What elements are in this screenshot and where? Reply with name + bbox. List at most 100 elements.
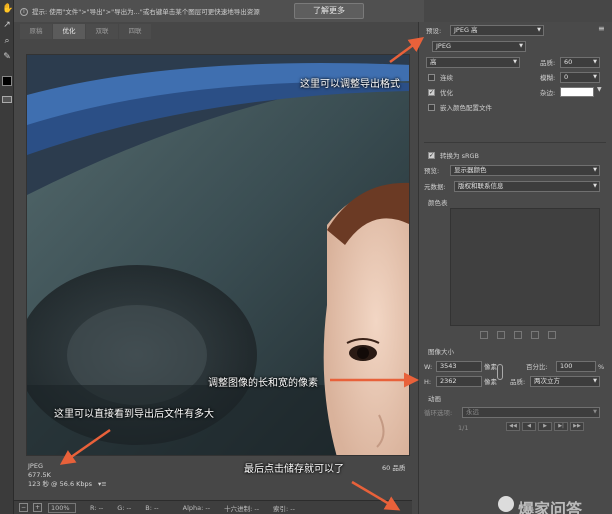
frame-counter: 1/1	[458, 424, 469, 432]
quality-label: 品质:	[540, 59, 556, 67]
height-input[interactable]: 2362	[436, 376, 482, 387]
web-shift-icon[interactable]	[497, 331, 505, 339]
chevron-down-icon: ▼	[593, 409, 597, 415]
lock-color-icon[interactable]	[514, 331, 522, 339]
width-input[interactable]: 3543	[436, 361, 482, 372]
status-b: B: --	[145, 503, 159, 512]
first-frame-icon[interactable]: ◀◀	[506, 422, 520, 431]
panel-divider	[424, 142, 606, 143]
tab-original[interactable]: 原稿	[20, 24, 52, 39]
tool-strip: ✋ ↗ ⌕ ✎	[0, 0, 14, 514]
annotation-save: 最后点击储存就可以了	[244, 464, 344, 475]
panel-menu-icon[interactable]: ≡	[598, 24, 605, 33]
tab-optimized[interactable]: 优化	[53, 24, 85, 39]
next-frame-icon[interactable]: ▶|	[554, 422, 568, 431]
slice-visibility-icon[interactable]	[2, 96, 12, 103]
rate-menu-icon[interactable]: ▾≡	[98, 480, 107, 488]
chevron-down-icon: ▼	[593, 167, 597, 173]
blur-value: 0	[564, 73, 569, 81]
resample-select[interactable]: 两次立方 ▼	[530, 376, 600, 387]
loop-value: 永远	[466, 408, 479, 416]
hint-bar: i 提示: 使用"文件">"导出">"导出为..."或右键单击某个图层可更快速地导…	[14, 0, 424, 22]
preview-select[interactable]: 显示器颜色 ▼	[450, 165, 600, 176]
convert-srgb-label: 转换为 sRGB	[440, 152, 479, 160]
tab-2-up[interactable]: 双联	[86, 24, 118, 39]
chevron-down-icon: ▼	[593, 378, 597, 384]
chevron-down-icon: ▼	[537, 27, 541, 33]
color-table-label: 颜色表	[428, 199, 448, 207]
percent-input[interactable]: 100	[556, 361, 596, 372]
quality-value: 60	[564, 58, 573, 66]
preset-select[interactable]: JPEG 高 ▼	[450, 25, 544, 36]
quality-level-select[interactable]: 高 ▼	[426, 57, 520, 68]
status-alpha: Alpha: --	[182, 503, 211, 512]
width-unit: 像素	[484, 363, 497, 371]
chevron-down-icon: ▼	[593, 59, 597, 65]
loop-select[interactable]: 永远 ▼	[462, 407, 600, 418]
tab-4-up[interactable]: 四联	[119, 24, 151, 39]
metadata-value: 版权和联系信息	[458, 182, 504, 190]
file-size: 677.5K	[28, 471, 51, 479]
preset-value: JPEG 高	[454, 26, 478, 34]
loop-label: 循环选项:	[424, 409, 453, 417]
file-info: JPEG 677.5K 123 秒 @ 56.6 Kbps ▾≡	[28, 462, 107, 489]
preview-quality: 60 品质	[382, 464, 406, 472]
chevron-down-icon: ▼	[519, 43, 523, 49]
percent-label: 百分比:	[526, 363, 548, 371]
matte-color-swatch[interactable]	[560, 87, 594, 97]
download-time-wrap: 123 秒 @ 56.6 Kbps ▾≡	[28, 480, 107, 489]
blur-label: 模糊:	[540, 74, 556, 82]
resample-value: 两次立方	[534, 377, 560, 385]
learn-more-button[interactable]: 了解更多	[294, 3, 364, 19]
convert-srgb-checkbox[interactable]: ✓	[428, 152, 435, 159]
watermark-logo-icon	[498, 496, 514, 512]
new-color-icon[interactable]	[531, 331, 539, 339]
embed-profile-checkbox[interactable]	[428, 104, 435, 111]
animation-controls: ◀◀ ◀ ▶ ▶| ▶▶	[506, 422, 586, 431]
trash-icon[interactable]	[548, 331, 556, 339]
annotation-image-size: 调整图像的长和宽的像素	[208, 378, 318, 389]
preview-label: 预览:	[424, 167, 440, 175]
zoom-out-icon[interactable]: −	[19, 503, 28, 512]
embed-profile-label: 嵌入颜色配置文件	[440, 104, 492, 112]
chevron-down-icon: ▼	[593, 183, 597, 189]
eyedropper-color-swatch[interactable]	[2, 76, 12, 86]
animation-title: 动画	[428, 395, 441, 403]
download-time: 123 秒 @ 56.6 Kbps	[28, 480, 93, 488]
color-table[interactable]	[450, 208, 600, 326]
view-tabs: 原稿 优化 双联 四联	[20, 24, 152, 39]
status-bar: − + 100% R: -- G: -- B: -- Alpha: -- 十六进…	[14, 500, 412, 514]
zoom-in-icon[interactable]: +	[33, 503, 42, 512]
prev-frame-icon[interactable]: ◀	[522, 422, 536, 431]
link-icon[interactable]	[497, 364, 503, 380]
zoom-icon[interactable]: ⌕	[2, 36, 12, 46]
play-icon[interactable]: ▶	[538, 422, 552, 431]
file-format: JPEG	[28, 462, 43, 470]
annotation-format: 这里可以调整导出格式	[300, 79, 400, 90]
width-label: W:	[424, 363, 433, 371]
format-select[interactable]: JPEG ▼	[432, 41, 526, 52]
chevron-down-icon: ▼	[513, 59, 517, 65]
watermark: 爆家问答	[518, 500, 583, 514]
image-size-title: 图像大小	[428, 348, 454, 356]
slice-select-icon[interactable]: ↗	[2, 20, 12, 30]
image-preview[interactable]	[26, 54, 410, 456]
zoom-select[interactable]: 100%	[48, 502, 76, 513]
metadata-label: 元数据:	[424, 183, 446, 191]
status-hex: 十六进制: --	[224, 504, 260, 513]
hand-icon[interactable]: ✋	[2, 4, 13, 14]
quality-level-value: 高	[430, 58, 437, 66]
preview-photo	[27, 55, 409, 455]
progressive-checkbox[interactable]	[428, 74, 435, 81]
preset-label: 预设:	[426, 27, 442, 35]
matte-chevron-icon[interactable]: ▼	[597, 86, 602, 93]
blur-input[interactable]: 0 ▼	[560, 72, 600, 83]
map-color-icon[interactable]	[480, 331, 488, 339]
optimized-checkbox[interactable]: ✓	[428, 89, 435, 96]
color-table-tools	[480, 331, 565, 339]
eyedropper-icon[interactable]: ✎	[2, 52, 12, 62]
last-frame-icon[interactable]: ▶▶	[570, 422, 584, 431]
metadata-select[interactable]: 版权和联系信息 ▼	[454, 181, 600, 192]
height-label: H:	[424, 378, 432, 386]
quality-input[interactable]: 60 ▼	[560, 57, 600, 68]
